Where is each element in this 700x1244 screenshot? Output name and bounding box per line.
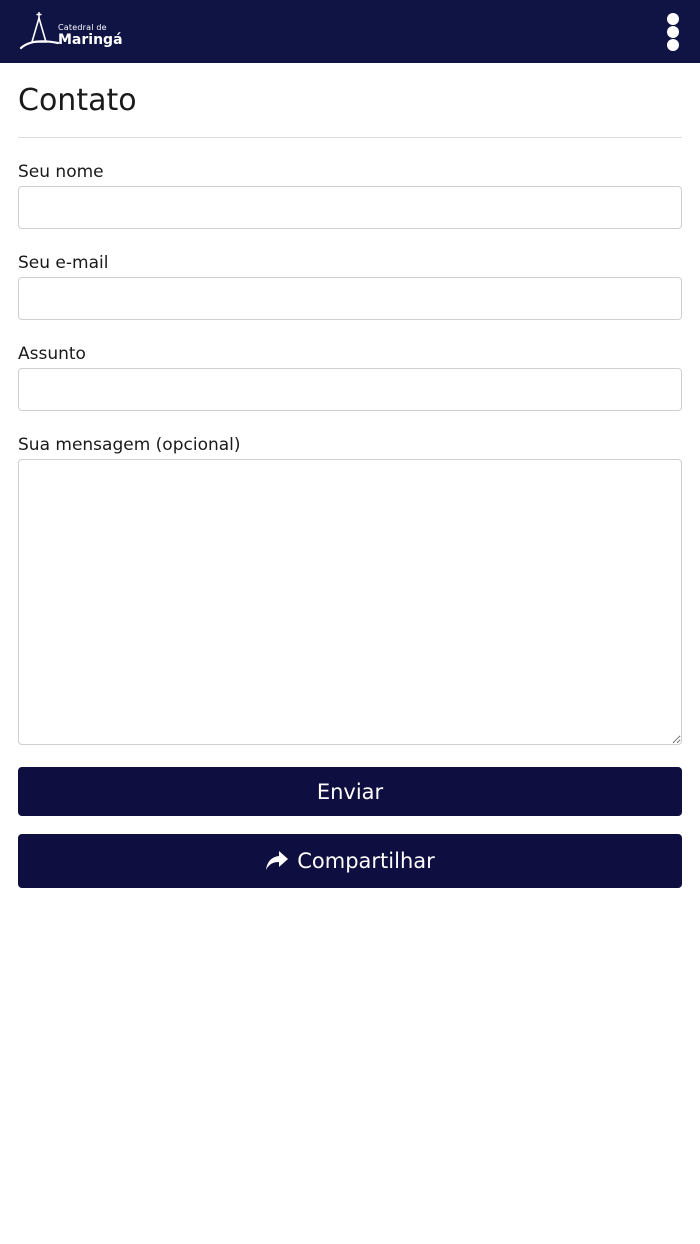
email-field-group: Seu e-mail (18, 253, 682, 320)
email-label: Seu e-mail (18, 253, 109, 273)
send-button-label: Enviar (316, 779, 384, 804)
share-button[interactable]: Compartilhar (18, 834, 682, 888)
page-title: Contato (18, 83, 137, 118)
catedral-logo[interactable]: Catedral de Maringá (18, 10, 128, 52)
logo-title: Maringá (58, 32, 123, 48)
main-content: Contato Seu nome Seu e-mail Assunto Sua … (18, 63, 682, 888)
subject-label: Assunto (18, 344, 86, 364)
name-label: Seu nome (18, 162, 104, 182)
name-input[interactable] (18, 186, 682, 229)
share-button-label: Compartilhar (297, 849, 435, 873)
message-textarea[interactable] (18, 459, 682, 745)
name-field-group: Seu nome (18, 162, 682, 229)
share-arrow-icon (266, 851, 289, 870)
email-input[interactable] (18, 277, 682, 320)
message-field-group: Sua mensagem (opcional) (18, 435, 682, 749)
send-button[interactable]: Enviar (18, 767, 682, 816)
cathedral-logo-icon (19, 12, 60, 50)
message-label: Sua mensagem (opcional) (18, 435, 241, 455)
logo-subtitle: Catedral de (58, 23, 107, 32)
title-divider (18, 137, 682, 138)
subject-input[interactable] (18, 368, 682, 411)
contact-form: Seu nome Seu e-mail Assunto Sua mensagem… (18, 162, 682, 816)
kebab-menu-icon[interactable] (666, 13, 680, 51)
top-navbar: Catedral de Maringá (0, 0, 700, 63)
subject-field-group: Assunto (18, 344, 682, 411)
